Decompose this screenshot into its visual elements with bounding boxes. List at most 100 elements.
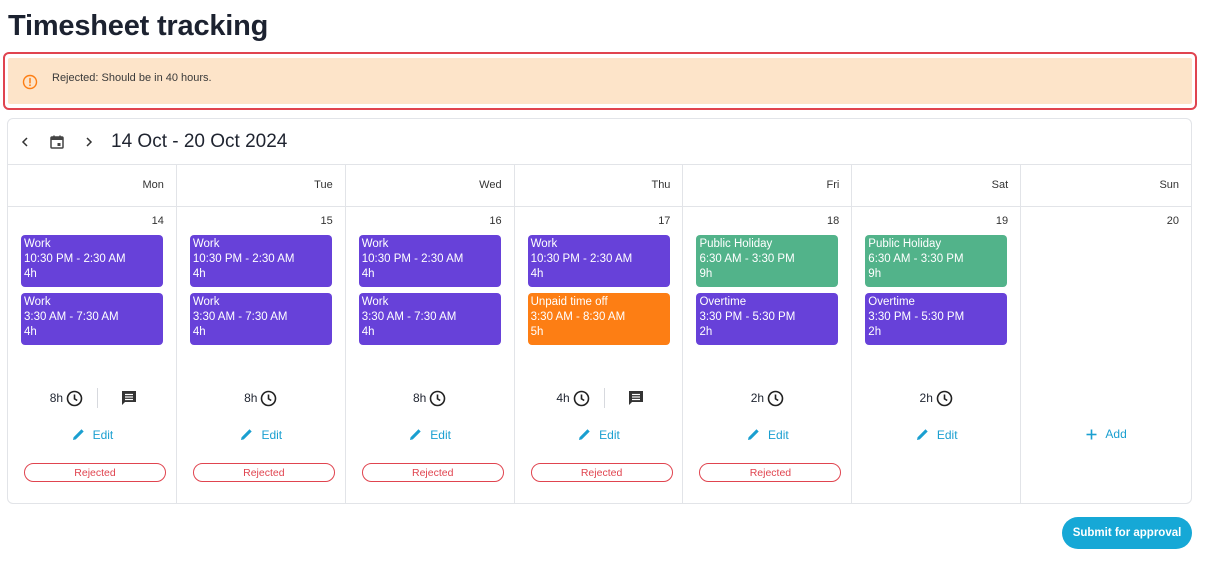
event-time: 10:30 PM - 2:30 AM — [530, 253, 633, 265]
edit-day-button[interactable]: Edit — [683, 427, 851, 442]
event-card[interactable]: Work 10:30 PM - 2:30 AM 4h — [527, 235, 670, 287]
event-card[interactable]: Public Holiday 6:30 AM - 3:30 PM 9h — [696, 235, 839, 287]
previous-week-button[interactable] — [14, 131, 36, 153]
pencil-icon — [241, 429, 253, 440]
edit-day-button[interactable]: Edit — [515, 427, 683, 442]
day-header: Thu — [514, 165, 683, 207]
event-card[interactable]: Work 10:30 PM - 2:30 AM 4h — [189, 235, 332, 287]
event-time: 10:30 PM - 2:30 AM — [24, 253, 126, 265]
day-header: Sun — [1021, 165, 1191, 207]
event-time: 3:30 AM - 8:30 AM — [530, 311, 626, 323]
total-hours-value: 8h — [244, 391, 258, 405]
total-hours-value: 8h — [412, 391, 427, 405]
event-duration: 9h — [699, 268, 713, 280]
event-title: Public Holiday — [868, 238, 942, 250]
event-duration: 4h — [192, 268, 206, 280]
event-card[interactable]: Work 10:30 PM - 2:30 AM 4h — [358, 235, 501, 287]
chevron-right-icon — [86, 136, 93, 147]
event-time: 6:30 AM - 3:30 PM — [868, 253, 964, 265]
clock-icon — [261, 390, 277, 406]
event-time: 10:30 PM - 2:30 AM — [361, 253, 464, 265]
pencil-icon — [72, 429, 84, 440]
week-range-label: 14 Oct - 20 Oct 2024 — [111, 130, 288, 152]
event-card[interactable]: Work 3:30 AM - 7:30 AM 4h — [358, 293, 501, 345]
event-duration: 2h — [868, 326, 882, 338]
status-badge: Rejected — [699, 463, 842, 482]
event-duration: 4h — [24, 268, 37, 280]
day-date: 20 — [1166, 215, 1180, 227]
day-column-sun: Sun 20 Add — [1021, 165, 1191, 503]
week-days: Mon 14 Work 10:30 PM - 2:30 AM 4h Work 3… — [8, 165, 1191, 503]
day-date: 18 — [827, 215, 840, 227]
event-time: 3:30 PM - 5:30 PM — [868, 311, 965, 323]
event-card[interactable]: Work 3:30 AM - 7:30 AM 4h — [21, 293, 163, 345]
day-date: 15 — [320, 215, 333, 227]
event-card[interactable]: Public Holiday 6:30 AM - 3:30 PM 9h — [865, 235, 1008, 287]
total-hours: 2h — [920, 390, 953, 407]
event-title: Work — [192, 238, 220, 250]
next-week-button[interactable] — [78, 131, 100, 153]
event-card[interactable]: Work 3:30 AM - 7:30 AM 4h — [189, 293, 332, 345]
day-column-tue: Tue 15 Work 10:30 PM - 2:30 AM 4h Work 3… — [176, 165, 346, 503]
day-column-wed: Wed 16 Work 10:30 PM - 2:30 AM 4h Work 3… — [345, 165, 515, 503]
calendar-icon — [50, 135, 64, 149]
day-summary: 2h — [683, 387, 851, 409]
pencil-icon — [916, 429, 928, 440]
submit-for-approval-button[interactable]: Submit for approval — [1062, 517, 1192, 549]
event-title: Work — [361, 238, 389, 250]
event-card[interactable]: Work 10:30 PM - 2:30 AM 4h — [21, 235, 163, 287]
day-summary: 8h — [346, 387, 514, 409]
date-picker-button[interactable] — [46, 131, 68, 153]
rejection-alert: Rejected: Should be in 40 hours. — [8, 58, 1192, 104]
edit-day-button[interactable]: Edit — [852, 427, 1020, 442]
event-duration: 5h — [530, 326, 544, 338]
event-title: Work — [24, 296, 51, 308]
edit-day-button[interactable]: Edit — [8, 427, 176, 442]
chevron-left-icon — [21, 136, 28, 147]
day-header: Sat — [852, 165, 1021, 207]
summary-divider — [603, 388, 605, 408]
edit-day-button[interactable]: Edit — [177, 427, 345, 442]
day-column-sat: Sat 19 Public Holiday 6:30 AM - 3:30 PM … — [852, 165, 1022, 503]
comment-icon — [628, 391, 643, 405]
day-summary: 2h — [852, 387, 1020, 409]
total-hours-value: 4h — [556, 391, 570, 405]
page-title: Timesheet tracking — [8, 10, 269, 42]
edit-label: Edit — [92, 427, 114, 442]
event-card[interactable]: Overtime 3:30 PM - 5:30 PM 2h — [696, 293, 839, 345]
pencil-icon — [748, 429, 759, 440]
event-time: 3:30 AM - 7:30 AM — [192, 311, 288, 323]
event-title: Work — [361, 296, 389, 308]
day-summary: 4h — [515, 387, 683, 409]
day-summary: 8h — [177, 387, 345, 409]
comment-button[interactable] — [120, 389, 138, 407]
pencil-icon — [579, 429, 590, 440]
total-hours: 8h — [50, 390, 83, 407]
day-header: Tue — [176, 165, 345, 207]
alert-message: Rejected: Should be in 40 hours. — [52, 72, 212, 84]
event-duration: 4h — [192, 326, 206, 338]
day-summary: 8h — [8, 387, 176, 409]
comment-button[interactable] — [627, 389, 645, 407]
week-calendar: 14 Oct - 20 Oct 2024 Mon 14 Work 10:30 P… — [7, 118, 1192, 504]
add-entry-button[interactable]: Add — [1021, 427, 1191, 441]
status-badge: Rejected — [361, 463, 504, 482]
day-column-thu: Thu 17 Work 10:30 PM - 2:30 AM 4h Unpaid… — [514, 165, 684, 503]
total-hours-value: 8h — [49, 391, 64, 405]
day-column-fri: Fri 18 Public Holiday 6:30 AM - 3:30 PM … — [683, 165, 853, 503]
clock-icon — [430, 390, 446, 406]
day-header: Wed — [345, 165, 514, 207]
event-time: 3:30 PM - 5:30 PM — [699, 311, 796, 323]
clock-icon — [767, 390, 784, 406]
clock-icon — [936, 390, 953, 406]
status-badge: Rejected — [192, 463, 335, 482]
edit-day-button[interactable]: Edit — [346, 427, 514, 442]
total-hours: 8h — [244, 390, 277, 407]
event-card[interactable]: Unpaid time off 3:30 AM - 8:30 AM 5h — [527, 293, 670, 345]
plus-icon — [1086, 429, 1097, 439]
event-title: Work — [24, 238, 51, 250]
event-time: 10:30 PM - 2:30 AM — [192, 253, 295, 265]
event-card[interactable]: Overtime 3:30 PM - 5:30 PM 2h — [865, 293, 1008, 345]
total-hours-value: 2h — [750, 391, 765, 405]
day-date: 16 — [489, 215, 502, 227]
